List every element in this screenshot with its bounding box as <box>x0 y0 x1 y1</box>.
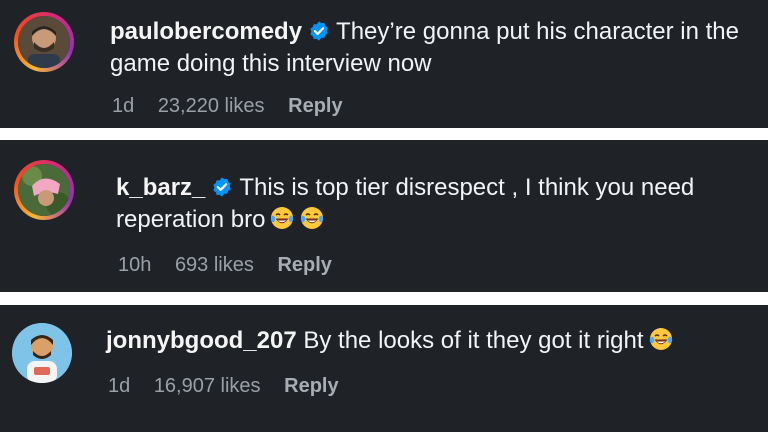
comment-body: k_barz_ This is top tier disrespect , I t… <box>116 172 756 236</box>
comment-card: jonnybgood_207 By the looks of it they g… <box>0 305 768 432</box>
like-count[interactable]: 16,907 likes <box>154 375 261 397</box>
comment-list: paulobercomedy They’re gonna put his char… <box>0 0 768 432</box>
avatar[interactable] <box>14 160 74 220</box>
reply-button[interactable]: Reply <box>284 375 338 397</box>
comment-meta: 10h 693 likes Reply <box>118 254 350 277</box>
reply-button[interactable]: Reply <box>288 95 342 117</box>
comment-body: paulobercomedy They’re gonna put his char… <box>110 16 760 80</box>
avatar-photo-icon <box>18 16 70 68</box>
comment-meta: 1d 23,220 likes Reply <box>112 95 361 118</box>
like-count[interactable]: 23,220 likes <box>158 95 265 117</box>
comment-body: jonnybgood_207 By the looks of it they g… <box>106 325 761 357</box>
reply-button[interactable]: Reply <box>277 254 331 276</box>
avatar-cartoon-icon <box>12 323 72 383</box>
username-link[interactable]: jonnybgood_207 <box>106 327 297 354</box>
laughing-tears-emoji-icon <box>649 328 672 350</box>
avatar-photo-icon <box>18 164 70 216</box>
comment-time[interactable]: 1d <box>112 95 134 117</box>
username-link[interactable]: k_barz_ <box>116 174 205 201</box>
comment-time[interactable]: 1d <box>108 375 130 397</box>
laughing-tears-emoji-icon <box>271 207 294 229</box>
username-link[interactable]: paulobercomedy <box>110 18 302 45</box>
verified-badge-icon <box>213 177 232 197</box>
laughing-tears-emoji-icon <box>301 207 324 229</box>
like-count[interactable]: 693 likes <box>175 254 254 276</box>
comment-meta: 1d 16,907 likes Reply <box>108 375 357 398</box>
avatar[interactable] <box>12 323 72 383</box>
verified-badge-icon <box>310 21 328 41</box>
comment-time[interactable]: 10h <box>118 254 151 276</box>
avatar[interactable] <box>14 12 74 72</box>
comment-card: paulobercomedy They’re gonna put his char… <box>0 0 768 128</box>
comment-text: By the looks of it they got it right <box>303 327 644 354</box>
comment-card: k_barz_ This is top tier disrespect , I t… <box>0 140 768 292</box>
